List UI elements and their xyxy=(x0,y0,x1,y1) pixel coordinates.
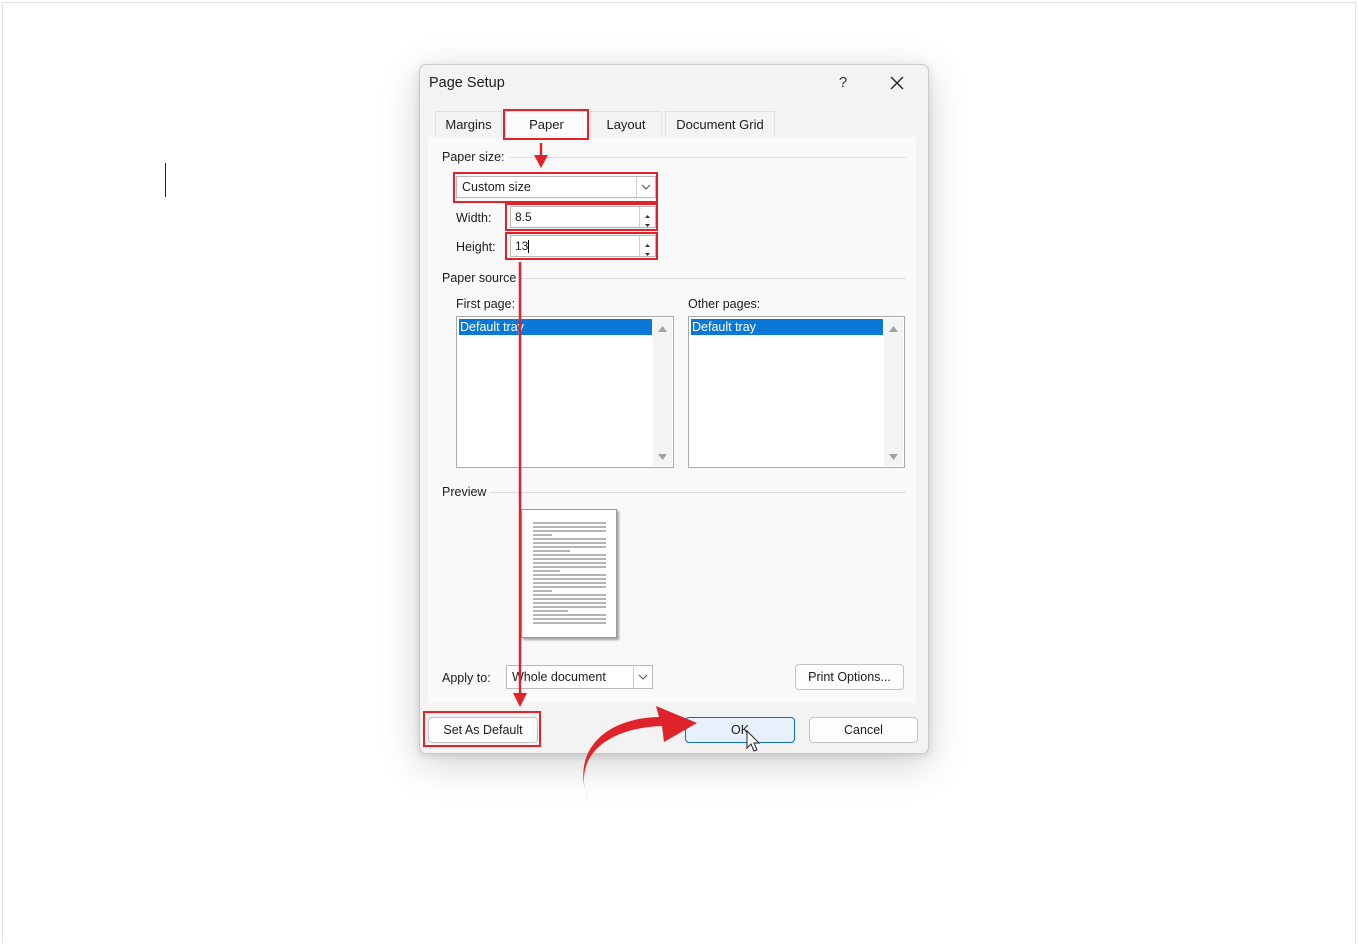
dialog-title: Page Setup xyxy=(429,75,505,91)
divider xyxy=(490,492,906,493)
apply-to-value: Whole document xyxy=(512,670,606,684)
cancel-button[interactable]: Cancel xyxy=(809,717,918,743)
page-preview xyxy=(521,509,617,638)
paper-source-label: Paper source xyxy=(442,271,517,285)
height-label: Height: xyxy=(456,240,496,254)
first-page-listbox[interactable]: Default tray xyxy=(456,316,674,468)
scrollbar[interactable] xyxy=(884,318,903,466)
paper-tab-panel: Paper size: Custom size Width: 8.5 Heigh… xyxy=(428,137,916,703)
apply-to-label: Apply to: xyxy=(442,671,491,685)
divider xyxy=(510,157,906,158)
divider xyxy=(520,278,906,279)
text-cursor xyxy=(165,163,166,197)
tab-document-grid[interactable]: Document Grid xyxy=(665,111,775,136)
chevron-down-icon[interactable] xyxy=(633,666,652,688)
highlight-paper-size xyxy=(453,172,658,203)
print-options-button[interactable]: Print Options... xyxy=(795,664,904,690)
other-pages-listbox[interactable]: Default tray xyxy=(688,316,905,468)
paper-size-label: Paper size: xyxy=(442,150,505,164)
preview-lines xyxy=(533,522,606,624)
width-label: Width: xyxy=(456,211,492,225)
other-pages-label: Other pages: xyxy=(688,297,761,311)
tab-margins[interactable]: Margins xyxy=(435,111,502,136)
ok-button[interactable]: OK xyxy=(685,717,795,743)
first-page-item[interactable]: Default tray xyxy=(459,319,652,335)
other-pages-item[interactable]: Default tray xyxy=(691,319,883,335)
apply-to-dropdown[interactable]: Whole document xyxy=(506,665,653,689)
help-icon[interactable]: ? xyxy=(832,72,854,94)
highlight-width xyxy=(505,203,658,231)
highlight-tab-paper xyxy=(503,109,589,140)
highlight-height xyxy=(505,232,658,260)
tab-layout[interactable]: Layout xyxy=(590,111,662,136)
close-icon[interactable] xyxy=(886,72,908,94)
highlight-set-as-default xyxy=(423,711,541,747)
first-page-label: First page: xyxy=(456,297,516,311)
scrollbar[interactable] xyxy=(653,318,672,466)
preview-label: Preview xyxy=(442,485,487,499)
page-setup-dialog: Page Setup ? Margins Paper Layout Docume… xyxy=(419,64,929,754)
